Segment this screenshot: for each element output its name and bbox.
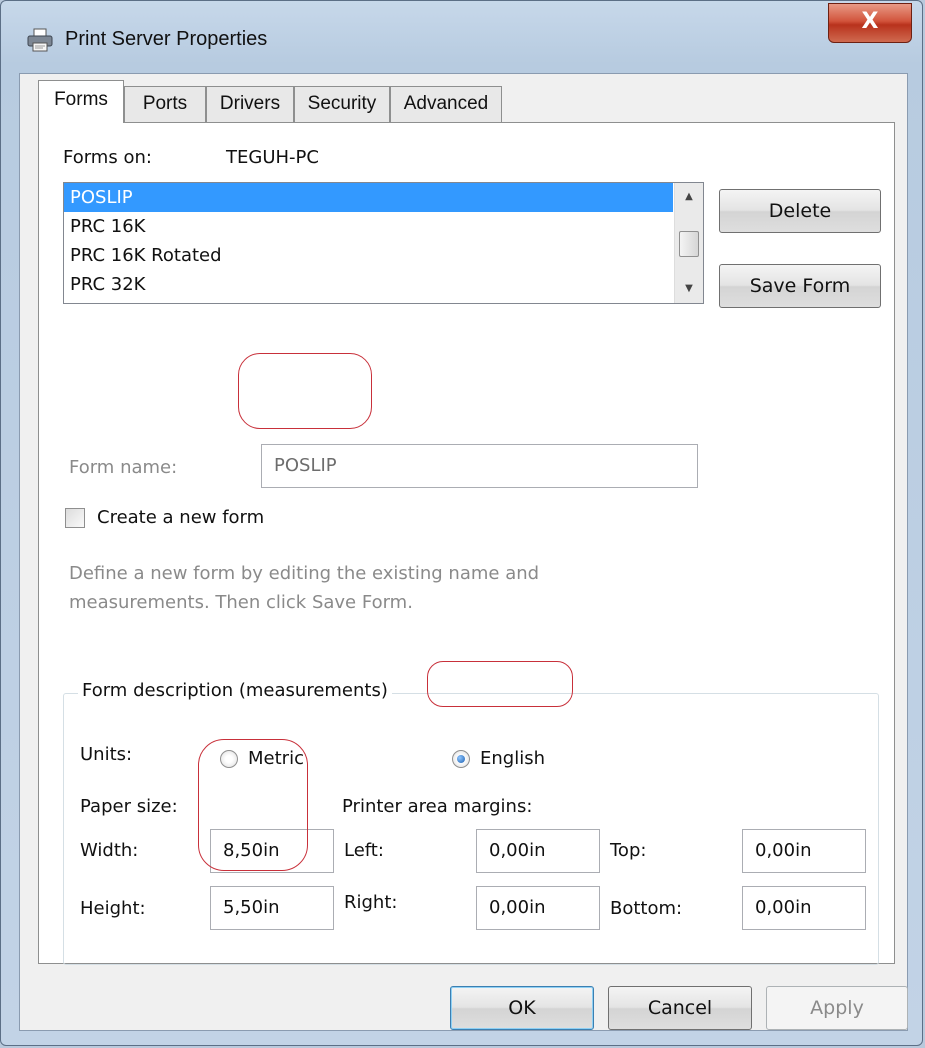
left-margin-field[interactable]: 0,00in <box>476 829 600 873</box>
tab-advanced[interactable]: Advanced <box>390 86 502 122</box>
measurements-groupbox: Form description (measurements) Units: M… <box>63 680 879 965</box>
tab-drivers[interactable]: Drivers <box>206 86 294 122</box>
right-margin-field[interactable]: 0,00in <box>476 886 600 930</box>
right-margin-label: Right: <box>344 892 398 913</box>
measurements-group-title: Form description (measurements) <box>78 680 392 701</box>
save-form-button[interactable]: Save Form <box>719 264 881 308</box>
cancel-button[interactable]: Cancel <box>608 986 752 1030</box>
annotation-circle-form-name <box>238 353 372 429</box>
form-name-field[interactable]: POSLIP <box>261 444 698 488</box>
scroll-thumb[interactable] <box>679 231 699 257</box>
scroll-down-icon[interactable]: ▼ <box>675 275 703 303</box>
annotation-circle-paper-size <box>198 739 308 871</box>
list-item[interactable]: PRC 16K Rotated <box>64 241 703 270</box>
left-margin-label: Left: <box>344 840 384 861</box>
listbox-scrollbar[interactable]: ▲ ▼ <box>674 183 703 303</box>
computer-name: TEGUH-PC <box>226 147 319 168</box>
forms-tab-panel: Forms on: TEGUH-PC POSLIP PRC 16K PRC 16… <box>38 122 895 965</box>
apply-button[interactable]: Apply <box>766 986 908 1030</box>
description-line-1: Define a new form by editing the existin… <box>69 563 540 584</box>
english-radio[interactable] <box>452 750 470 768</box>
tab-forms[interactable]: Forms <box>38 80 124 123</box>
printer-icon <box>27 28 53 52</box>
tab-security[interactable]: Security <box>294 86 390 122</box>
tab-ports[interactable]: Ports <box>124 86 206 122</box>
ok-button[interactable]: OK <box>450 986 594 1030</box>
height-label: Height: <box>80 898 146 919</box>
window-title: Print Server Properties <box>65 28 268 50</box>
form-name-label: Form name: <box>69 457 178 478</box>
list-item[interactable]: POSLIP <box>64 183 673 212</box>
bottom-margin-field[interactable]: 0,00in <box>742 886 866 930</box>
top-margin-label: Top: <box>610 840 647 861</box>
english-label: English <box>480 748 545 769</box>
description-line-2: measurements. Then click Save Form. <box>69 592 413 613</box>
height-field[interactable]: 5,50in <box>210 886 334 930</box>
scroll-up-icon[interactable]: ▲ <box>675 183 703 211</box>
close-button[interactable]: X <box>828 3 912 43</box>
create-new-form-checkbox[interactable] <box>65 508 85 528</box>
units-label: Units: <box>80 744 133 765</box>
bottom-margin-label: Bottom: <box>610 898 683 919</box>
create-new-form-label: Create a new form <box>97 507 265 528</box>
annotation-circle-english <box>427 661 573 707</box>
list-item[interactable]: PRC 16K <box>64 212 703 241</box>
forms-on-label: Forms on: <box>63 147 152 168</box>
title-bar[interactable]: Print Server Properties X <box>1 1 922 73</box>
delete-button[interactable]: Delete <box>719 189 881 233</box>
print-server-properties-window: Print Server Properties X Forms Ports Dr… <box>0 0 923 1046</box>
printer-margins-label: Printer area margins: <box>342 796 533 817</box>
forms-listbox[interactable]: POSLIP PRC 16K PRC 16K Rotated PRC 32K ▲… <box>63 182 704 304</box>
dialog-client-area: Forms Ports Drivers Security Advanced Fo… <box>19 73 908 1031</box>
top-margin-field[interactable]: 0,00in <box>742 829 866 873</box>
width-label: Width: <box>80 840 139 861</box>
paper-size-label: Paper size: <box>80 796 178 817</box>
list-item[interactable]: PRC 32K <box>64 270 703 299</box>
